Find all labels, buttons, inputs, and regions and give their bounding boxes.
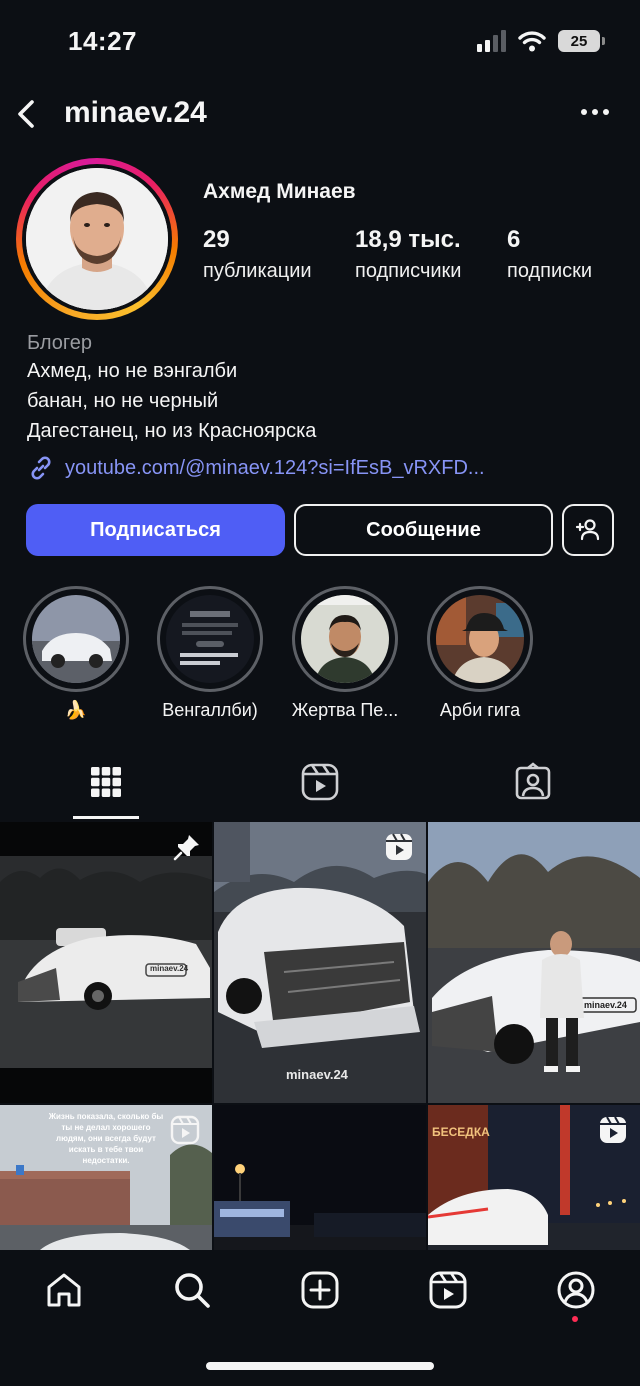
message-button[interactable]: Сообщение — [294, 504, 553, 556]
bio-category: Блогер — [27, 332, 93, 354]
cellular-signal-icon — [477, 30, 506, 52]
bio-link[interactable]: youtube.com/@minaev.124?si=IfEsB_vRXFD..… — [27, 454, 485, 482]
notification-dot — [572, 1316, 578, 1322]
grid-post[interactable]: minaev.24 — [214, 822, 426, 1103]
stat-followers-label: подписчики — [355, 260, 462, 282]
stat-posts[interactable]: 29 публикации — [203, 226, 312, 283]
profile-icon[interactable] — [556, 1270, 596, 1310]
bio-line: Дагестанец, но из Красноярска — [27, 420, 317, 442]
highlight-label: Венгаллби) — [162, 700, 258, 720]
stat-following[interactable]: 6 подписки — [507, 226, 592, 283]
story-highlight[interactable]: Венгаллби) — [157, 586, 263, 721]
home-icon[interactable] — [44, 1270, 84, 1310]
grid-post[interactable]: Жизнь показала, сколько бы ты не делал х… — [0, 1105, 212, 1250]
posts-grid: minaev.24 minaev.24 minaev.24 Жизнь пока… — [0, 822, 640, 1250]
highlight-label: 🍌 — [64, 700, 88, 720]
wifi-icon — [518, 31, 546, 52]
more-options-icon[interactable] — [580, 102, 610, 122]
grid-post[interactable]: БЕСЕДКА — [428, 1105, 640, 1250]
tab-tagged-icon[interactable] — [513, 762, 553, 802]
tab-posts-grid-icon[interactable] — [86, 762, 126, 802]
bio-line: Ахмед, но не вэнгалби — [27, 360, 238, 382]
bottom-navigation — [0, 1250, 640, 1386]
stat-following-label: подписки — [507, 260, 593, 282]
grid-post[interactable]: minaev.24 — [428, 822, 640, 1103]
link-icon — [31, 456, 51, 480]
add-user-icon — [575, 519, 600, 541]
stat-posts-count: 29 — [203, 226, 230, 253]
profile-header: minaev.24 — [0, 90, 640, 138]
status-time: 14:27 — [68, 26, 137, 56]
highlight-cover — [301, 595, 389, 683]
post-overlay-text: minaev.24 — [286, 1067, 348, 1082]
stat-following-count: 6 — [507, 226, 521, 253]
stat-followers[interactable]: 18,9 тыс. подписчики — [355, 226, 461, 283]
tab-reels-icon[interactable] — [300, 762, 340, 802]
profile-full-name: Ахмед Минаев — [203, 180, 356, 203]
story-ring[interactable] — [16, 158, 178, 320]
status-bar: 14:27 25 — [0, 0, 640, 84]
post-overlay-text: Жизнь показала, сколько бы ты не делал х… — [48, 1112, 164, 1165]
reels-nav-icon[interactable] — [428, 1270, 468, 1310]
home-indicator[interactable] — [206, 1362, 434, 1370]
bio-line: банан, но не черный — [27, 390, 219, 412]
follow-button[interactable]: Подписаться — [26, 504, 285, 556]
reels-icon — [386, 833, 412, 860]
story-highlight[interactable]: Арби гига — [427, 586, 533, 721]
pin-icon — [173, 835, 199, 861]
post-overlay-text: minaev.24 — [150, 964, 189, 973]
grid-post[interactable] — [214, 1105, 426, 1250]
story-highlight[interactable]: 🍌 — [23, 586, 129, 721]
stat-followers-count: 18,9 тыс. — [355, 226, 461, 253]
profile-tabs — [0, 750, 640, 820]
post-overlay-text: БЕСЕДКА — [432, 1125, 490, 1139]
suggested-users-button[interactable] — [562, 504, 614, 556]
create-post-icon[interactable] — [300, 1270, 340, 1310]
bio-link-text: youtube.com/@minaev.124?si=IfEsB_vRXFD..… — [65, 456, 485, 479]
profile-bio: Блогер Ахмед, но не вэнгалби банан, но н… — [27, 330, 627, 446]
stat-posts-label: публикации — [203, 260, 312, 282]
active-tab-indicator — [73, 816, 139, 819]
status-icons: 25 — [477, 30, 605, 52]
reels-icon — [170, 1115, 200, 1145]
reels-icon — [600, 1116, 626, 1143]
grid-post[interactable]: minaev.24 — [0, 822, 212, 1103]
profile-avatar — [26, 168, 168, 310]
story-highlight[interactable]: Жертва Пе... — [292, 586, 398, 721]
back-icon[interactable] — [12, 94, 42, 134]
highlight-cover — [166, 595, 254, 683]
search-icon[interactable] — [172, 1270, 212, 1310]
battery-indicator: 25 — [558, 30, 605, 52]
post-overlay-text: minaev.24 — [584, 1000, 627, 1010]
highlight-cover — [32, 595, 120, 683]
highlight-label: Арби гига — [439, 700, 521, 720]
highlight-label: Жертва Пе... — [291, 700, 399, 720]
highlight-cover — [436, 595, 524, 683]
profile-username: minaev.24 — [64, 96, 207, 129]
